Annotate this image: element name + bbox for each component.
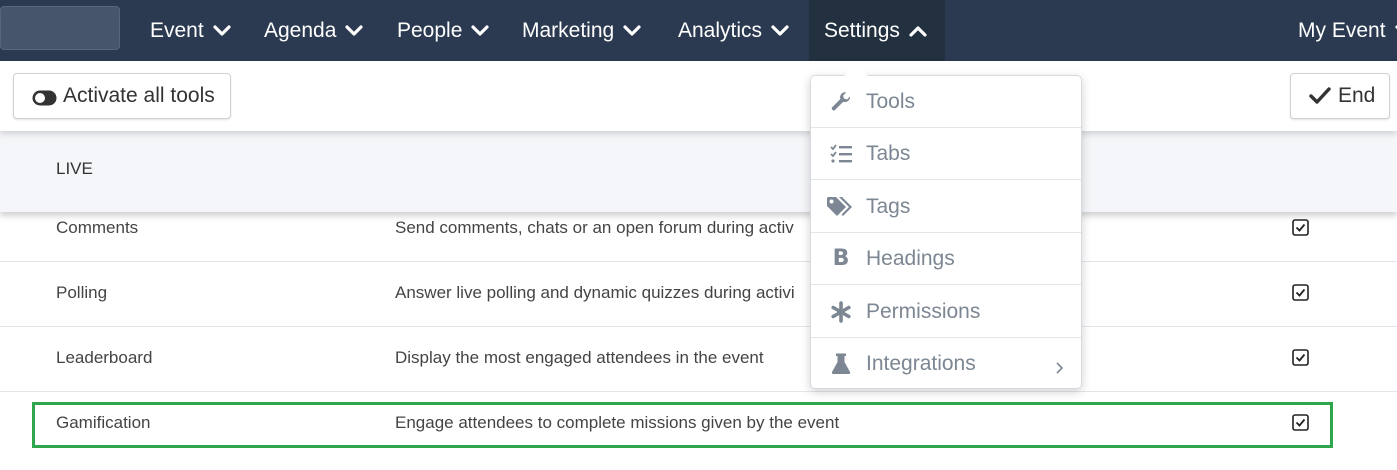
nav-event-label: Event [150, 18, 204, 42]
nav-marketing-label: Marketing [522, 18, 615, 42]
nav-analytics[interactable]: Analytics [678, 0, 789, 61]
menu-item-tabs[interactable]: Tabs [811, 128, 1081, 180]
nav-marketing[interactable]: Marketing [522, 0, 641, 61]
tool-description: Answer live polling and dynamic quizzes … [395, 283, 795, 302]
settings-dropdown-menu: Tools Tabs Tags B Headings Permissions I… [810, 75, 1082, 389]
nav-account-label: My Event [1298, 18, 1386, 42]
top-navbar: Event Agenda People Marketing Analytics … [0, 0, 1397, 61]
check-icon [1309, 87, 1331, 105]
nav-settings-label: Settings [824, 18, 900, 42]
asterisk-icon [829, 300, 853, 324]
menu-item-label: Headings [866, 246, 955, 270]
section-header: LIVE [0, 131, 1397, 212]
nav-people-label: People [397, 18, 463, 42]
toggle-icon [32, 88, 57, 106]
menu-item-label: Tabs [866, 141, 911, 165]
menu-item-label: Integrations [866, 352, 976, 375]
activate-all-tools-label: Activate all tools [63, 84, 215, 107]
chevron-down-icon [771, 24, 789, 37]
menu-item-permissions[interactable]: Permissions [811, 286, 1081, 338]
nav-agenda[interactable]: Agenda [264, 0, 364, 61]
nav-settings[interactable]: Settings [809, 0, 945, 61]
flask-icon [829, 352, 853, 376]
tool-description: Display the most engaged attendees in th… [395, 348, 764, 367]
nav-event[interactable]: Event [150, 0, 231, 61]
nav-people[interactable]: People [397, 0, 489, 61]
list-check-icon [829, 142, 853, 166]
tool-description: Send comments, chats or an open forum du… [395, 218, 794, 237]
tags-icon [825, 195, 855, 219]
menu-item-tools[interactable]: Tools [811, 76, 1081, 128]
nav-account[interactable]: My Event [1298, 0, 1397, 61]
nav-agenda-label: Agenda [264, 18, 337, 42]
menu-item-integrations[interactable]: Integrations [811, 338, 1081, 390]
bold-b-icon: B [832, 246, 850, 271]
checkbox-checked-icon[interactable] [1292, 414, 1309, 431]
chevron-down-icon [345, 24, 364, 37]
menu-item-label: Tools [866, 89, 916, 113]
end-button[interactable]: End [1290, 73, 1390, 119]
tool-name: Comments [56, 218, 139, 237]
wrench-icon [829, 90, 853, 114]
checkbox-checked-icon[interactable] [1292, 219, 1309, 236]
checkbox-checked-icon[interactable] [1292, 284, 1309, 301]
checkbox-checked-icon[interactable] [1292, 349, 1309, 366]
chevron-up-icon [909, 25, 927, 37]
dropdown-caret [844, 64, 868, 76]
tool-name: Leaderboard [56, 348, 153, 367]
highlight-box [32, 402, 1333, 448]
section-title: LIVE [56, 159, 93, 178]
activate-all-tools-button[interactable]: Activate all tools [13, 73, 231, 119]
table-row: Polling Answer live polling and dynamic … [0, 262, 1397, 327]
chevron-down-icon [471, 24, 489, 37]
menu-item-tags[interactable]: Tags [811, 181, 1081, 233]
table-row: Leaderboard Display the most engaged att… [0, 327, 1397, 392]
menu-item-label: Tags [866, 194, 911, 218]
nav-analytics-label: Analytics [678, 18, 763, 42]
search-box[interactable] [0, 6, 120, 50]
tool-name: Polling [56, 283, 108, 302]
end-label: End [1338, 84, 1376, 107]
menu-item-label: Permissions [866, 299, 981, 323]
chevron-down-icon [213, 24, 231, 37]
toolbar: Activate all tools End [0, 61, 1397, 131]
menu-item-headings[interactable]: B Headings [811, 233, 1081, 285]
chevron-down-icon [623, 24, 641, 37]
chevron-right-icon [1055, 357, 1067, 374]
